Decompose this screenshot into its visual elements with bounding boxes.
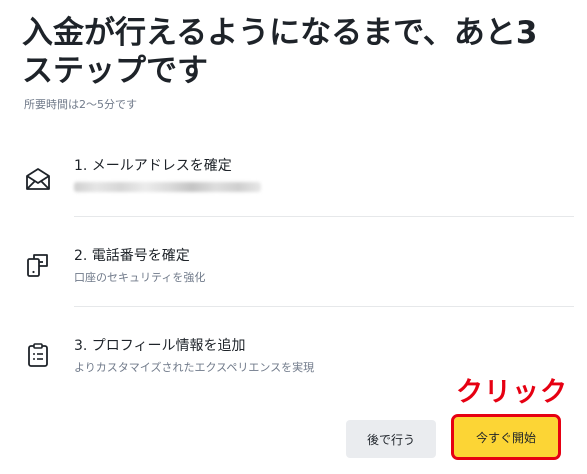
phone-link-icon: [27, 254, 48, 277]
envelope-icon: [26, 168, 50, 190]
step-phone-label: 2. 電話番号を確定: [74, 248, 190, 264]
start-now-button[interactable]: 今すぐ開始: [451, 414, 561, 460]
step-profile-description: よりカスタマイズされたエクスペリエンスを実現: [74, 361, 315, 374]
click-annotation: クリック: [456, 377, 568, 408]
clipboard-icon: [28, 343, 48, 367]
step-profile-label: 3. プロフィール情報を追加: [74, 338, 246, 354]
step-phone-description: 口座のセキュリティを強化: [74, 271, 206, 284]
redacted-email-address: [74, 182, 261, 192]
page-title: 入金が行えるようになるまで、あと3ステップです: [22, 15, 538, 89]
later-button[interactable]: 後で行う: [346, 420, 436, 458]
divider: [74, 306, 574, 307]
step-email-label: 1. メールアドレスを確定: [74, 158, 232, 174]
divider: [74, 216, 574, 217]
page-subtitle: 所要時間は2～5分です: [24, 98, 137, 111]
